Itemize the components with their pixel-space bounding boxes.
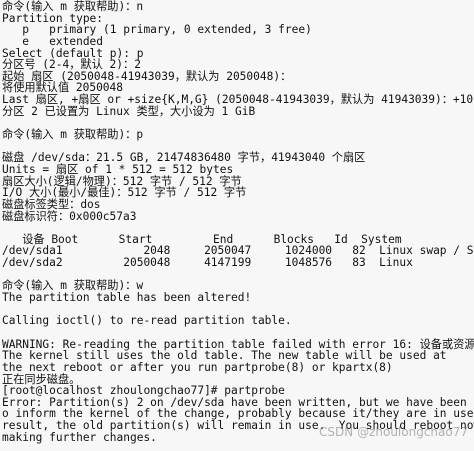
terminal-line: Units = 扇区 of 1 * 512 = 512 bytes (2, 162, 234, 176)
terminal-line: Calling ioctl() to re-read partition tab… (2, 314, 292, 328)
terminal-line: the next reboot or after you run partpro… (2, 360, 393, 374)
terminal-line: The partition table has been altered! (2, 291, 252, 305)
terminal-line: 分区 2 已设置为 Linux 类型，大小设为 1 GiB (2, 104, 256, 118)
terminal-line: e extended (2, 34, 104, 48)
terminal-line: /dev/sda2 2050048 4147199 1048576 83 Lin… (2, 256, 413, 270)
terminal-line: 命令(输入 m 获取帮助)：n (2, 0, 144, 13)
terminal-window[interactable]: 命令(输入 m 获取帮助)：n Partition type: p primary… (0, 0, 474, 451)
terminal-line: 磁盘标签类型：dos (2, 197, 101, 211)
terminal-line: 命令(输入 m 获取帮助)：p (2, 128, 144, 142)
terminal-line: 磁盘标识符：0x000c57a3 (2, 209, 137, 223)
terminal-output[interactable]: 命令(输入 m 获取帮助)：n Partition type: p primary… (0, 0, 474, 451)
csdn-watermark: CSDN @zhoulongchao77 (319, 425, 468, 439)
